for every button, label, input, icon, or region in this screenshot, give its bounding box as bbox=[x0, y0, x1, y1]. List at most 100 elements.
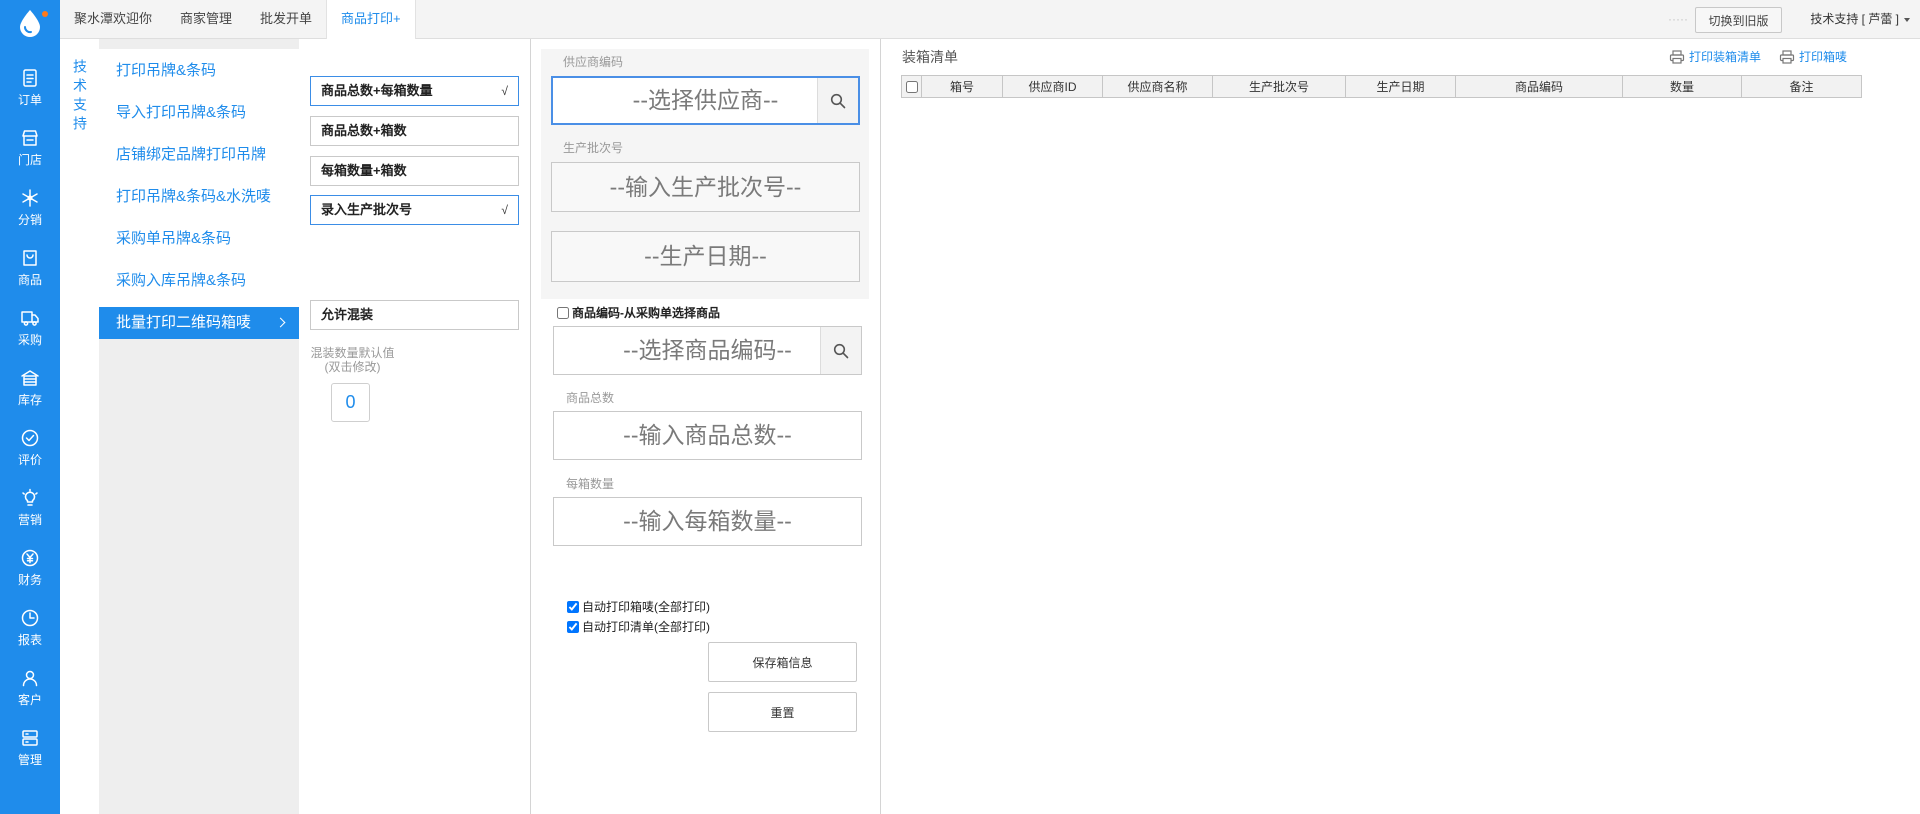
search-icon bbox=[833, 343, 849, 358]
print-box-label-button[interactable]: 打印箱唛 bbox=[1779, 49, 1847, 65]
header-dots: ····· bbox=[1668, 12, 1688, 26]
sidebar-item-stores[interactable]: 门店 bbox=[0, 124, 60, 184]
sidebar-item-products[interactable]: 商品 bbox=[0, 244, 60, 304]
menu-item-label: 店铺绑定品牌打印吊牌 bbox=[116, 146, 267, 163]
auto-print-box-label-option[interactable]: 自动打印箱唛(全部打印) bbox=[567, 599, 710, 615]
product-icon bbox=[23, 250, 37, 266]
batch-field bbox=[551, 162, 860, 212]
sidebar-item-management[interactable]: 管理 bbox=[0, 724, 60, 784]
menu-item-tags-wash-labels[interactable]: 打印吊牌&条码&水洗唛 bbox=[99, 181, 299, 213]
side-tab-tech-support[interactable]: 技术支持 bbox=[72, 59, 88, 135]
user-name: 技术支持 [ 芦蕾 ] bbox=[1810, 12, 1899, 26]
sidebar-item-marketing[interactable]: 营销 bbox=[0, 484, 60, 544]
management-icon bbox=[22, 730, 38, 746]
sidebar-item-label: 管理 bbox=[17, 753, 42, 767]
menu-item-purchase-inbound-tags[interactable]: 采购入库吊牌&条码 bbox=[99, 265, 299, 297]
total-quantity-label: 商品总数 bbox=[566, 391, 615, 405]
per-box-quantity-field bbox=[553, 497, 862, 546]
purchase-icon bbox=[21, 311, 39, 326]
sidebar-item-label: 财务 bbox=[17, 573, 42, 587]
menu-item-import-print-tags[interactable]: 导入打印吊牌&条码 bbox=[99, 97, 299, 129]
option-enter-batch-number[interactable]: 录入生产批次号 √ bbox=[310, 195, 519, 225]
option-label: 每箱数量+箱数 bbox=[321, 163, 407, 178]
sidebar-item-purchase[interactable]: 采购 bbox=[0, 304, 60, 364]
print-packing-list-button[interactable]: 打印装箱清单 bbox=[1669, 49, 1761, 65]
tab-welcome[interactable]: 聚水潭欢迎你 bbox=[60, 0, 166, 38]
auto-print-list-checkbox[interactable] bbox=[567, 621, 579, 633]
option-label: 录入生产批次号 bbox=[321, 202, 413, 217]
sidebar-item-orders[interactable]: 订单 bbox=[0, 64, 60, 124]
batch-label: 生产批次号 bbox=[563, 141, 624, 155]
table-header-row: 箱号 供应商ID 供应商名称 生产批次号 生产日期 商品编码 数量 备注 bbox=[901, 75, 1862, 98]
total-quantity-input[interactable] bbox=[554, 412, 861, 459]
switch-old-version-button[interactable]: 切换到旧版 bbox=[1695, 7, 1782, 33]
product-code-from-po-checkbox[interactable] bbox=[557, 307, 569, 319]
product-code-input[interactable] bbox=[554, 327, 861, 374]
print-menu-list: 打印吊牌&条码 导入打印吊牌&条码 店铺绑定品牌打印吊牌 打印吊牌&条码&水洗唛… bbox=[99, 55, 299, 339]
column-header-quantity[interactable]: 数量 bbox=[1622, 75, 1742, 98]
caret-down-icon bbox=[1904, 17, 1910, 22]
menu-item-label: 采购入库吊牌&条码 bbox=[116, 272, 247, 289]
menu-item-shop-brand-tags[interactable]: 店铺绑定品牌打印吊牌 bbox=[99, 139, 299, 171]
menu-item-batch-qr-box-labels[interactable]: 批量打印二维码箱唛 bbox=[99, 307, 299, 339]
product-code-from-po-label: 商品编码-从采购单选择商品 bbox=[572, 306, 720, 320]
print-box-label-label: 打印箱唛 bbox=[1799, 50, 1848, 64]
product-code-search-button[interactable] bbox=[820, 327, 861, 374]
option-label: 允许混装 bbox=[321, 307, 374, 322]
report-icon bbox=[21, 609, 39, 627]
production-date-input[interactable] bbox=[552, 232, 859, 281]
column-header-product-code[interactable]: 商品编码 bbox=[1455, 75, 1623, 98]
option-allow-mixed-packing[interactable]: 允许混装 bbox=[310, 300, 519, 330]
column-header-production-date[interactable]: 生产日期 bbox=[1345, 75, 1456, 98]
option-total-and-per-box[interactable]: 商品总数+每箱数量 √ bbox=[310, 76, 519, 106]
sidebar-item-label: 采购 bbox=[17, 333, 42, 347]
tab-product-print[interactable]: 商品打印+ bbox=[326, 0, 416, 39]
printer-icon bbox=[1669, 50, 1685, 64]
top-tab-bar: 聚水潭欢迎你 商家管理 批发开单 商品打印+ bbox=[60, 0, 1920, 39]
reset-button[interactable]: 重置 bbox=[708, 692, 857, 732]
sidebar-item-label: 商品 bbox=[17, 273, 42, 287]
order-icon bbox=[23, 69, 37, 87]
search-icon bbox=[830, 93, 846, 108]
menu-item-print-tags-barcodes[interactable]: 打印吊牌&条码 bbox=[99, 55, 299, 87]
column-header-supplier-id[interactable]: 供应商ID bbox=[1002, 75, 1103, 98]
review-icon bbox=[21, 429, 39, 447]
distribution-icon bbox=[22, 189, 38, 207]
per-box-quantity-input[interactable] bbox=[554, 498, 861, 545]
auto-print-box-label-checkbox[interactable] bbox=[567, 601, 579, 613]
total-quantity-field bbox=[553, 411, 862, 460]
column-header-box-no[interactable]: 箱号 bbox=[921, 75, 1003, 98]
option-total-and-box-count[interactable]: 商品总数+箱数 bbox=[310, 116, 519, 146]
menu-item-label: 导入打印吊牌&条码 bbox=[116, 104, 247, 121]
tab-wholesale-order[interactable]: 批发开单 bbox=[246, 0, 326, 38]
sidebar-item-reviews[interactable]: 评价 bbox=[0, 424, 60, 484]
menu-item-purchase-order-tags[interactable]: 采购单吊牌&条码 bbox=[99, 223, 299, 255]
tab-merchant-management[interactable]: 商家管理 bbox=[166, 0, 246, 38]
sidebar-item-reports[interactable]: 报表 bbox=[0, 604, 60, 664]
mix-default-value[interactable]: 0 bbox=[331, 383, 370, 422]
supplier-input[interactable] bbox=[553, 78, 858, 123]
sidebar-item-distribution[interactable]: 分销 bbox=[0, 184, 60, 244]
product-code-from-po-option[interactable]: 商品编码-从采购单选择商品 bbox=[557, 305, 720, 321]
printer-icon bbox=[1779, 50, 1795, 64]
user-menu[interactable]: 技术支持 [ 芦蕾 ] bbox=[1810, 0, 1910, 39]
sidebar-item-inventory[interactable]: 库存 bbox=[0, 364, 60, 424]
supplier-search-button[interactable] bbox=[817, 78, 858, 123]
option-per-box-and-box-count[interactable]: 每箱数量+箱数 bbox=[310, 156, 519, 186]
column-divider bbox=[880, 39, 881, 814]
auto-print-list-option[interactable]: 自动打印清单(全部打印) bbox=[567, 619, 710, 635]
column-header-remark[interactable]: 备注 bbox=[1741, 75, 1862, 98]
sidebar-item-finance[interactable]: 财务 bbox=[0, 544, 60, 604]
save-box-info-button[interactable]: 保存箱信息 bbox=[708, 642, 857, 682]
store-icon bbox=[22, 130, 38, 146]
sidebar-item-customers[interactable]: 客户 bbox=[0, 664, 60, 724]
column-header-supplier-name[interactable]: 供应商名称 bbox=[1102, 75, 1213, 98]
column-header-batch-no[interactable]: 生产批次号 bbox=[1212, 75, 1346, 98]
product-code-field bbox=[553, 326, 862, 375]
batch-input[interactable] bbox=[552, 163, 859, 211]
water-drop-logo[interactable] bbox=[18, 9, 42, 37]
select-all-checkbox[interactable] bbox=[905, 81, 918, 94]
marketing-icon bbox=[22, 488, 38, 506]
sidebar-item-label: 分销 bbox=[17, 213, 42, 227]
mix-default-hint: (双击修改) bbox=[324, 360, 381, 374]
